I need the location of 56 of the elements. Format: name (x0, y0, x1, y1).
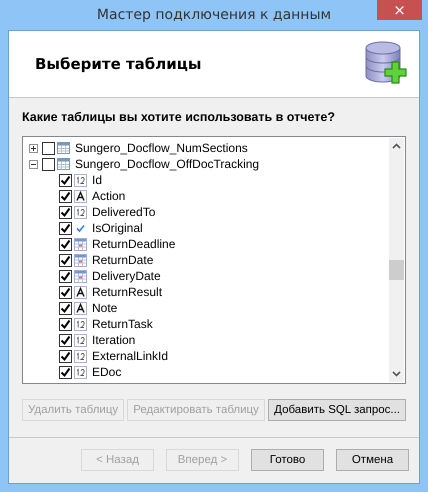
checkbox[interactable] (59, 222, 72, 234)
calendar-icon (74, 254, 87, 266)
checkbox[interactable] (59, 302, 72, 314)
text-type-icon (74, 190, 87, 202)
tree-item[interactable]: ReturnResult (92, 285, 162, 299)
number-type-icon (74, 334, 87, 346)
text-type-icon (74, 286, 87, 298)
scrollbar-thumb[interactable] (389, 260, 404, 280)
calendar-icon (74, 238, 87, 250)
wizard-button[interactable]: Отмена (336, 449, 409, 471)
number-type-icon (74, 206, 87, 218)
tree-item[interactable]: ReturnDate (92, 253, 154, 267)
tree-item[interactable]: Sungero_Docflow_OffDocTracking (75, 157, 260, 171)
calendar-icon (74, 270, 87, 282)
number-type-icon (74, 350, 87, 362)
expander-icon[interactable] (29, 160, 38, 168)
tree-item[interactable]: Action (92, 189, 126, 203)
tree-item[interactable]: Note (92, 301, 118, 315)
checkbox[interactable] (59, 318, 72, 330)
number-type-icon (74, 318, 87, 330)
tree-item[interactable]: EDoc (92, 365, 122, 379)
checkbox[interactable] (59, 174, 72, 186)
checkbox[interactable] (59, 350, 72, 362)
tree-item[interactable]: DeliveredTo (92, 205, 156, 219)
checkbox[interactable] (59, 270, 72, 282)
wizard-button[interactable]: Готово (251, 449, 324, 471)
tree-item[interactable]: Sungero_Docflow_NumSections (75, 141, 248, 155)
checkbox[interactable] (59, 334, 72, 346)
checkbox[interactable] (59, 238, 72, 250)
expander-icon[interactable] (29, 144, 38, 152)
checkbox[interactable] (59, 366, 72, 378)
checkbox[interactable] (42, 142, 55, 154)
table-icon (57, 158, 70, 170)
question-label: Какие таблицы вы хотите использовать в отчете? (22, 110, 336, 124)
window-title: Мастер подключения к данным (96, 7, 332, 23)
action-button[interactable]: Добавить SQL запрос... (268, 399, 406, 421)
table-icon (57, 142, 70, 154)
checkbox[interactable] (59, 286, 72, 298)
tree-item[interactable]: Iteration (92, 333, 136, 347)
checkbox[interactable] (42, 158, 55, 170)
tree-item[interactable]: ReturnDeadline (92, 237, 176, 251)
tree-item[interactable]: IsOriginal (92, 221, 143, 235)
number-type-icon (74, 174, 87, 186)
text-type-icon (74, 302, 87, 314)
tree-item[interactable]: ReturnTask (92, 317, 153, 331)
scroll-down-icon[interactable] (392, 371, 401, 377)
checkbox[interactable] (59, 206, 72, 218)
scroll-up-icon[interactable] (392, 143, 401, 149)
page-heading: Выберите таблицы (35, 55, 202, 73)
tree-item[interactable]: ExternalLinkId (92, 349, 168, 363)
checkbox[interactable] (59, 190, 72, 202)
number-type-icon (74, 366, 87, 378)
tree-item[interactable]: DeliveryDate (92, 269, 161, 283)
tree-item[interactable]: Id (92, 173, 102, 187)
close-button[interactable]: × (377, 0, 422, 20)
checkbox[interactable] (59, 254, 72, 266)
